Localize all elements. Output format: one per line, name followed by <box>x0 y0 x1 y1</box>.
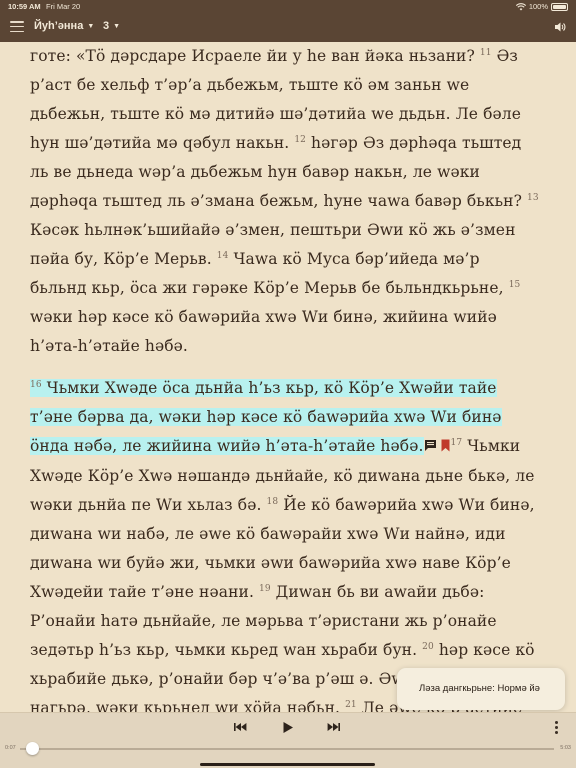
book-selector[interactable]: Йуһ’әнна ▼ <box>34 20 94 32</box>
hamburger-icon[interactable] <box>10 21 24 33</box>
verse-number: 19 <box>259 583 271 594</box>
status-date: Fri Mar 20 <box>46 2 81 11</box>
verse-number: 20 <box>422 641 434 652</box>
verse-number: 21 <box>345 699 357 710</box>
chevron-down-icon: ▼ <box>113 22 121 30</box>
more-vertical-icon[interactable] <box>555 721 559 735</box>
play-icon[interactable] <box>282 721 294 734</box>
verse-number: 15 <box>508 279 521 290</box>
bookmark-icon[interactable] <box>440 439 451 452</box>
verse-number: 11 <box>479 47 492 58</box>
skip-back-icon[interactable] <box>233 721 247 733</box>
skip-forward-icon[interactable] <box>327 721 341 733</box>
speaker-icon[interactable] <box>554 21 566 33</box>
chapter-number: 3 <box>103 20 110 32</box>
wifi-icon <box>515 2 526 10</box>
verse-number: 18 <box>266 496 279 507</box>
book-name: Йуһ’әнна <box>34 20 84 32</box>
nav-bar: Йуһ’әнна ▼ 3 ▼ <box>0 13 576 42</box>
scripture-text: готе: «Тӧ дәрсдаре Исраеле йи у һе ван й… <box>30 42 540 712</box>
verse-text: ԝәки һәр кәсе кӧ баԝәрийа хԝә Wи бинә, ж… <box>30 308 497 355</box>
progress-knob[interactable] <box>26 742 40 755</box>
status-right: 100% <box>515 2 568 11</box>
verse-number: 17 <box>450 437 463 448</box>
status-time: 10:59 AM <box>8 2 41 11</box>
note-icon[interactable] <box>424 439 437 452</box>
progress-track[interactable] <box>20 748 554 750</box>
chevron-down-icon: ▼ <box>87 22 95 30</box>
elapsed-time: 0:07 <box>5 745 16 751</box>
battery-icon <box>551 2 568 11</box>
audio-player: 0:07 5:03 <box>0 712 576 768</box>
verse-number: 12 <box>294 134 307 145</box>
chapter-selector[interactable]: 3 ▼ <box>103 20 120 32</box>
battery-percent: 100% <box>528 2 548 11</box>
verse-text: готе: «Тӧ дәрсдаре Исраеле йи у һе ван й… <box>30 47 480 65</box>
paragraph-1: готе: «Тӧ дәрсдаре Исраеле йи у һе ван й… <box>30 42 540 361</box>
toast-message: Ләза дангкьрьне: Нормә йә <box>419 683 540 694</box>
playback-speed-toast: Ләза дангкьрьне: Нормә йә <box>397 668 565 710</box>
total-time: 5:03 <box>560 745 571 751</box>
paragraph-2: 16 Чьмки Хԝәде ӧса дьнйа һ’ьз кьр, кӧ Кӧ… <box>30 374 540 712</box>
status-bar: 10:59 AM Fri Mar 20 100% <box>0 0 576 13</box>
verse-number: 16 <box>30 379 42 390</box>
verse-number: 14 <box>216 250 229 261</box>
home-indicator <box>200 763 375 766</box>
verse-number: 13 <box>527 192 539 203</box>
